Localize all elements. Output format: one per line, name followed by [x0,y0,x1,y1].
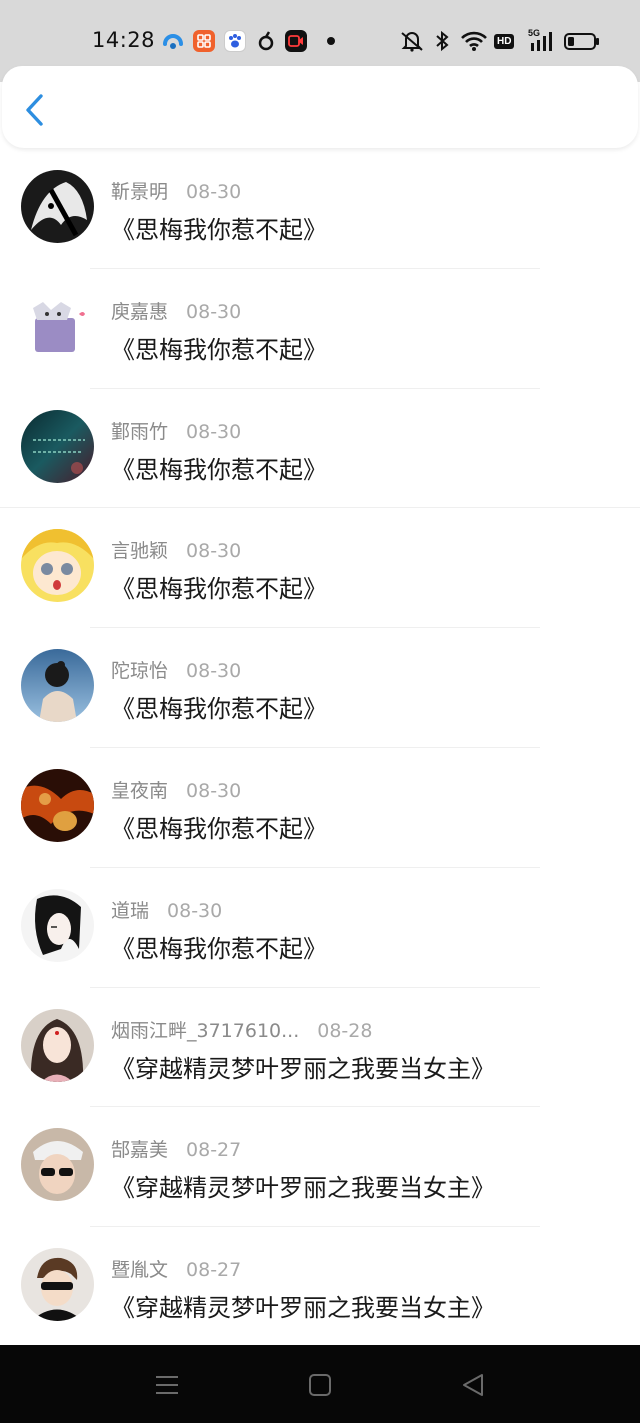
notification-dot [327,37,335,45]
comment-date: 08-30 [186,660,242,682]
wifi-icon [460,30,488,52]
comment-meta: 鄞雨竹 08-30 [111,417,241,444]
chevron-left-icon [26,94,43,126]
divider [0,507,640,508]
book-title[interactable]: 《思梅我你惹不起》 [111,330,327,365]
list-item[interactable]: 烟雨江畔_3717610... 08-28 《穿越精灵梦叶罗丽之我要当女主》 [0,989,640,1109]
list-item[interactable]: 鄞雨竹 08-30 《思梅我你惹不起》 [0,390,640,510]
list-item[interactable]: 郜嘉美 08-27 《穿越精灵梦叶罗丽之我要当女主》 [0,1108,640,1228]
system-nav-bar [0,1345,640,1423]
username[interactable]: 庾嘉惠 [111,301,168,323]
app-icon-2 [193,30,215,52]
avatar[interactable] [21,1248,94,1321]
username[interactable]: 道瑞 [111,900,149,922]
comment-meta: 靳景明 08-30 [111,177,241,204]
username[interactable]: 靳景明 [111,181,168,203]
video-record-icon [285,30,307,52]
home-button[interactable] [305,1371,335,1399]
comment-date: 08-28 [317,1020,373,1042]
back-button[interactable] [20,92,52,128]
home-icon [309,1374,331,1396]
username[interactable]: 暨胤文 [111,1259,168,1281]
divider [90,268,540,269]
list-item[interactable]: 陀琼怡 08-30 《思梅我你惹不起》 [0,629,640,749]
comment-date: 08-27 [186,1139,242,1161]
avatar[interactable] [21,529,94,602]
list-item[interactable]: 道瑞 08-30 《思梅我你惹不起》 [0,869,640,989]
username[interactable]: 烟雨江畔_3717610... [111,1020,299,1042]
book-title[interactable]: 《穿越精灵梦叶罗丽之我要当女主》 [111,1288,495,1323]
comment-date: 08-30 [186,181,242,203]
divider [90,627,540,628]
username[interactable]: 皇夜南 [111,780,168,802]
list-item[interactable]: 言驰颖 08-30 《思梅我你惹不起》 [0,509,640,629]
mute-icon [398,30,426,52]
divider [90,867,540,868]
avatar[interactable] [21,290,94,363]
list-item[interactable]: 暨胤文 08-27 《穿越精灵梦叶罗丽之我要当女主》 [0,1228,640,1348]
divider [90,987,540,988]
comment-date: 08-30 [186,540,242,562]
username[interactable]: 陀琼怡 [111,660,168,682]
avatar[interactable] [21,649,94,722]
book-title[interactable]: 《思梅我你惹不起》 [111,210,327,245]
book-title[interactable]: 《思梅我你惹不起》 [111,450,327,485]
list-item[interactable]: 靳景明 08-30 《思梅我你惹不起》 [0,150,640,270]
comment-meta: 烟雨江畔_3717610... 08-28 [111,1016,372,1043]
divider [90,388,540,389]
avatar[interactable] [21,410,94,483]
book-title[interactable]: 《思梅我你惹不起》 [111,569,327,604]
avatar[interactable] [21,769,94,842]
book-title[interactable]: 《思梅我你惹不起》 [111,929,327,964]
list-item[interactable]: 皇夜南 08-30 《思梅我你惹不起》 [0,749,640,869]
comment-meta: 暨胤文 08-27 [111,1255,241,1282]
menu-icon [156,1376,178,1394]
avatar[interactable] [21,170,94,243]
avatar[interactable] [21,1009,94,1082]
bluetooth-icon [434,30,450,52]
list-item[interactable]: 庾嘉惠 08-30 《思梅我你惹不起》 [0,270,640,390]
book-title[interactable]: 《思梅我你惹不起》 [111,689,327,724]
comment-meta: 陀琼怡 08-30 [111,656,241,683]
baidu-icon [224,30,246,52]
comment-date: 08-30 [167,900,223,922]
signal-5g-icon: 5G [528,28,556,52]
comment-date: 08-30 [186,780,242,802]
divider [90,1226,540,1227]
top-header [2,66,638,148]
avatar[interactable] [21,1128,94,1201]
comment-meta: 庾嘉惠 08-30 [111,297,241,324]
book-title[interactable]: 《穿越精灵梦叶罗丽之我要当女主》 [111,1049,495,1084]
divider [90,1106,540,1107]
comment-meta: 道瑞 08-30 [111,896,222,923]
username[interactable]: 郜嘉美 [111,1139,168,1161]
book-title[interactable]: 《穿越精灵梦叶罗丽之我要当女主》 [111,1168,495,1203]
battery-icon [564,30,600,52]
book-title[interactable]: 《思梅我你惹不起》 [111,809,327,844]
hd-icon: HD [494,30,515,52]
avatar[interactable] [21,889,94,962]
status-time: 14:28 [92,28,156,52]
comment-meta: 言驰颖 08-30 [111,536,241,563]
menu-button[interactable] [152,1371,182,1399]
comment-meta: 皇夜南 08-30 [111,776,241,803]
username[interactable]: 鄞雨竹 [111,421,168,443]
app-icon-4 [256,30,276,52]
comment-date: 08-30 [186,421,242,443]
back-nav-button[interactable] [458,1371,488,1399]
divider [90,747,540,748]
username[interactable]: 言驰颖 [111,540,168,562]
hd-label: HD [494,33,515,49]
comment-date: 08-27 [186,1259,242,1281]
comment-meta: 郜嘉美 08-27 [111,1135,241,1162]
app-icon-1 [162,30,184,52]
comment-date: 08-30 [186,301,242,323]
back-triangle-icon [463,1374,483,1396]
